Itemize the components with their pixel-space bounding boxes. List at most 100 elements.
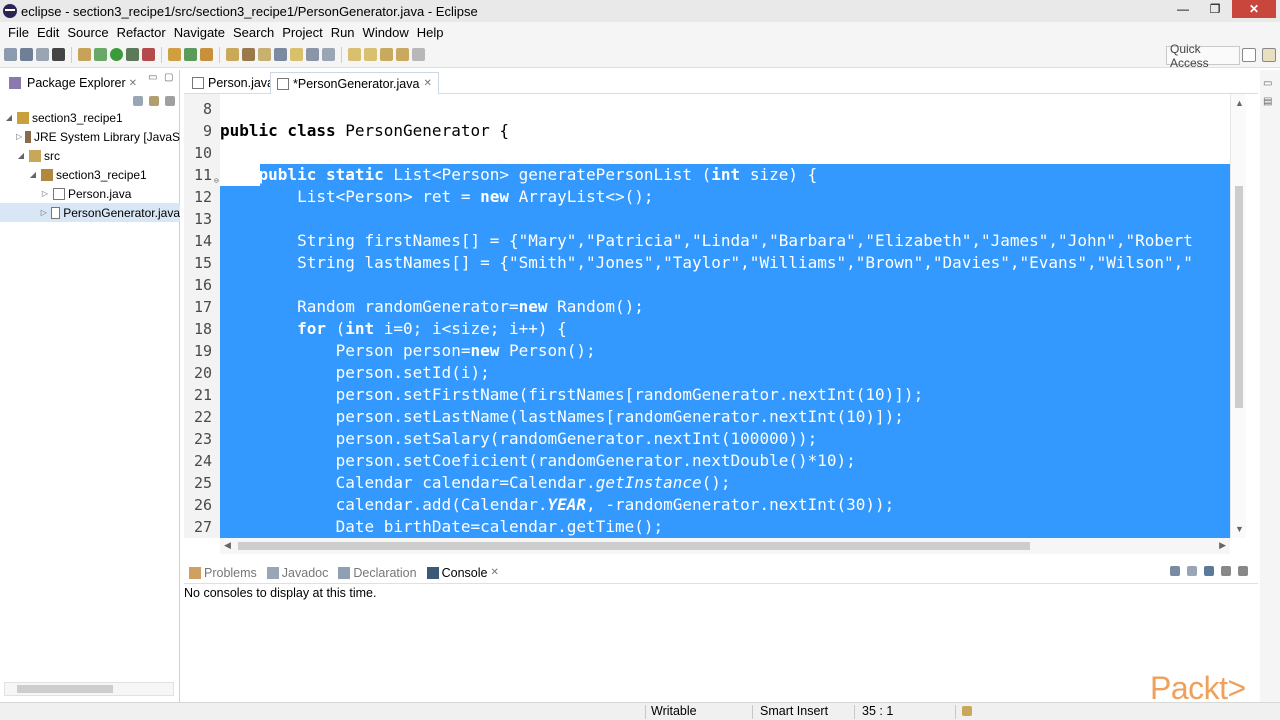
mark-occurrences-icon[interactable] bbox=[290, 48, 303, 61]
collapse-all-icon[interactable] bbox=[133, 96, 143, 106]
menu-navigate[interactable]: Navigate bbox=[170, 25, 229, 40]
forward-icon[interactable] bbox=[412, 48, 425, 61]
minimize-button[interactable]: — bbox=[1168, 0, 1198, 18]
code-line[interactable]: 17 Random randomGenerator=new Random(); bbox=[184, 296, 1230, 318]
last-edit-location-icon[interactable] bbox=[380, 48, 393, 61]
view-menu-icon[interactable] bbox=[165, 96, 175, 106]
close-button[interactable]: ✕ bbox=[1232, 0, 1276, 18]
code-line[interactable]: 8 bbox=[184, 98, 1230, 120]
minimize-view-icon[interactable]: ▭ bbox=[148, 72, 157, 83]
code-line[interactable]: 24 person.setCoeficient(randomGenerator.… bbox=[184, 450, 1230, 472]
tab-console[interactable]: Console ✕ bbox=[422, 566, 504, 580]
minimize-view-icon[interactable] bbox=[1221, 566, 1231, 576]
code-line[interactable]: 18 for (int i=0; i<size; i++) { bbox=[184, 318, 1230, 340]
back-icon[interactable] bbox=[396, 48, 409, 61]
close-tab-icon[interactable]: ✕ bbox=[129, 78, 137, 89]
quick-access-field[interactable]: Quick Access bbox=[1166, 42, 1240, 70]
run-icon[interactable] bbox=[110, 48, 123, 61]
display-console-icon[interactable] bbox=[1187, 566, 1197, 576]
block-selection-icon[interactable] bbox=[322, 48, 335, 61]
scroll-up-icon[interactable]: ▲ bbox=[1235, 98, 1244, 108]
code-line[interactable]: 16 bbox=[184, 274, 1230, 296]
code-line[interactable]: 20 person.setId(i); bbox=[184, 362, 1230, 384]
editor-horizontal-scrollbar[interactable]: ◀ ▶ bbox=[220, 538, 1230, 554]
tree-item-src[interactable]: ◢ src bbox=[0, 146, 180, 165]
scroll-down-icon[interactable]: ▼ bbox=[1235, 524, 1244, 534]
new-icon[interactable] bbox=[4, 48, 17, 61]
previous-annotation-icon[interactable] bbox=[364, 48, 377, 61]
close-tab-icon[interactable]: ✕ bbox=[490, 567, 498, 578]
menu-run[interactable]: Run bbox=[327, 25, 359, 40]
save-icon[interactable] bbox=[20, 48, 33, 61]
expand-twisty-icon[interactable]: ◢ bbox=[16, 151, 26, 160]
toggle-mark-icon[interactable] bbox=[78, 48, 91, 61]
menu-help[interactable]: Help bbox=[413, 25, 448, 40]
code-line[interactable]: 21 person.setFirstName(firstNames[random… bbox=[184, 384, 1230, 406]
open-perspective-icon[interactable] bbox=[1242, 48, 1256, 62]
next-annotation-icon[interactable] bbox=[348, 48, 361, 61]
external-tools-icon[interactable] bbox=[142, 48, 155, 61]
scroll-right-icon[interactable]: ▶ bbox=[1219, 540, 1226, 551]
scroll-left-icon[interactable]: ◀ bbox=[224, 540, 231, 551]
coverage-icon[interactable] bbox=[126, 48, 139, 61]
open-console-icon[interactable] bbox=[1204, 566, 1214, 576]
new-class-icon[interactable] bbox=[200, 48, 213, 61]
tree-item-package[interactable]: ◢ section3_recipe1 bbox=[0, 165, 180, 184]
maximize-button[interactable]: ❐ bbox=[1200, 0, 1230, 18]
code-line[interactable]: 12 List<Person> ret = new ArrayList<>(); bbox=[184, 186, 1230, 208]
menu-source[interactable]: Source bbox=[63, 25, 112, 40]
show-whitespace-icon[interactable] bbox=[306, 48, 319, 61]
tree-item-persongenerator-java[interactable]: ▷ PersonGenerator.java bbox=[0, 203, 180, 222]
editor-vertical-scrollbar[interactable]: ▲ ▼ bbox=[1230, 94, 1246, 538]
expand-twisty-icon[interactable]: ▷ bbox=[40, 189, 50, 198]
open-type-icon[interactable] bbox=[226, 48, 239, 61]
pin-console-icon[interactable] bbox=[1170, 566, 1180, 576]
menu-file[interactable]: File bbox=[4, 25, 33, 40]
tab-javadoc[interactable]: Javadoc bbox=[262, 566, 334, 580]
tab-problems[interactable]: Problems bbox=[184, 566, 262, 580]
code-line[interactable]: 15 String lastNames[] = {"Smith","Jones"… bbox=[184, 252, 1230, 274]
code-line[interactable]: 27 Date birthDate=calendar.getTime(); bbox=[184, 516, 1230, 538]
print-icon[interactable] bbox=[52, 48, 65, 61]
expand-twisty-icon[interactable]: ▷ bbox=[40, 208, 48, 217]
maximize-view-icon[interactable] bbox=[1238, 566, 1248, 576]
code-line[interactable]: 11 ⊖ public static List<Person> generateP… bbox=[184, 164, 1230, 186]
new-java-project-icon[interactable] bbox=[168, 48, 181, 61]
progress-icon[interactable] bbox=[962, 706, 972, 716]
menu-window[interactable]: Window bbox=[359, 25, 413, 40]
code-line[interactable]: 19 Person person=new Person(); bbox=[184, 340, 1230, 362]
tree-item-person-java[interactable]: ▷ Person.java bbox=[0, 184, 180, 203]
close-tab-icon[interactable]: ✕ bbox=[423, 78, 431, 89]
code-line[interactable]: 23 person.setSalary(randomGenerator.next… bbox=[184, 428, 1230, 450]
code-line[interactable]: 26 calendar.add(Calendar.YEAR, -randomGe… bbox=[184, 494, 1230, 516]
toggle-breadcrumb-icon[interactable] bbox=[274, 48, 287, 61]
new-package-icon[interactable] bbox=[184, 48, 197, 61]
menu-refactor[interactable]: Refactor bbox=[113, 25, 170, 40]
java-perspective-icon[interactable] bbox=[1262, 48, 1276, 62]
save-all-icon[interactable] bbox=[36, 48, 49, 61]
package-explorer-scrollbar[interactable] bbox=[4, 682, 174, 696]
menu-search[interactable]: Search bbox=[229, 25, 278, 40]
scrollbar-thumb[interactable] bbox=[17, 685, 113, 693]
maximize-view-icon[interactable]: ▢ bbox=[164, 72, 173, 83]
code-editor[interactable]: 8 9 public class PersonGenerator {10 11 ⊖ pu… bbox=[184, 94, 1230, 538]
code-line[interactable]: 22 person.setLastName(lastNames[randomGe… bbox=[184, 406, 1230, 428]
scrollbar-thumb[interactable] bbox=[238, 542, 1030, 550]
scrollbar-thumb[interactable] bbox=[1235, 186, 1243, 408]
outline-view-icon[interactable]: ▤ bbox=[1263, 96, 1272, 107]
code-line[interactable]: 25 Calendar calendar=Calendar.getInstanc… bbox=[184, 472, 1230, 494]
tab-declaration[interactable]: Declaration bbox=[333, 566, 421, 580]
tab-persongenerator-java[interactable]: *PersonGenerator.java ✕ bbox=[270, 72, 439, 94]
restore-view-icon[interactable]: ▭ bbox=[1263, 78, 1272, 89]
expand-twisty-icon[interactable]: ◢ bbox=[28, 170, 38, 179]
debug-icon[interactable] bbox=[94, 48, 107, 61]
open-task-icon[interactable] bbox=[242, 48, 255, 61]
expand-twisty-icon[interactable]: ◢ bbox=[4, 113, 14, 122]
menu-project[interactable]: Project bbox=[278, 25, 326, 40]
code-line[interactable]: 9 public class PersonGenerator { bbox=[184, 120, 1230, 142]
code-line[interactable]: 10 bbox=[184, 142, 1230, 164]
package-explorer-tab[interactable]: Package Explorer ✕ bbox=[2, 72, 141, 94]
expand-twisty-icon[interactable]: ▷ bbox=[16, 132, 22, 141]
menu-edit[interactable]: Edit bbox=[33, 25, 63, 40]
code-line[interactable]: 13 bbox=[184, 208, 1230, 230]
